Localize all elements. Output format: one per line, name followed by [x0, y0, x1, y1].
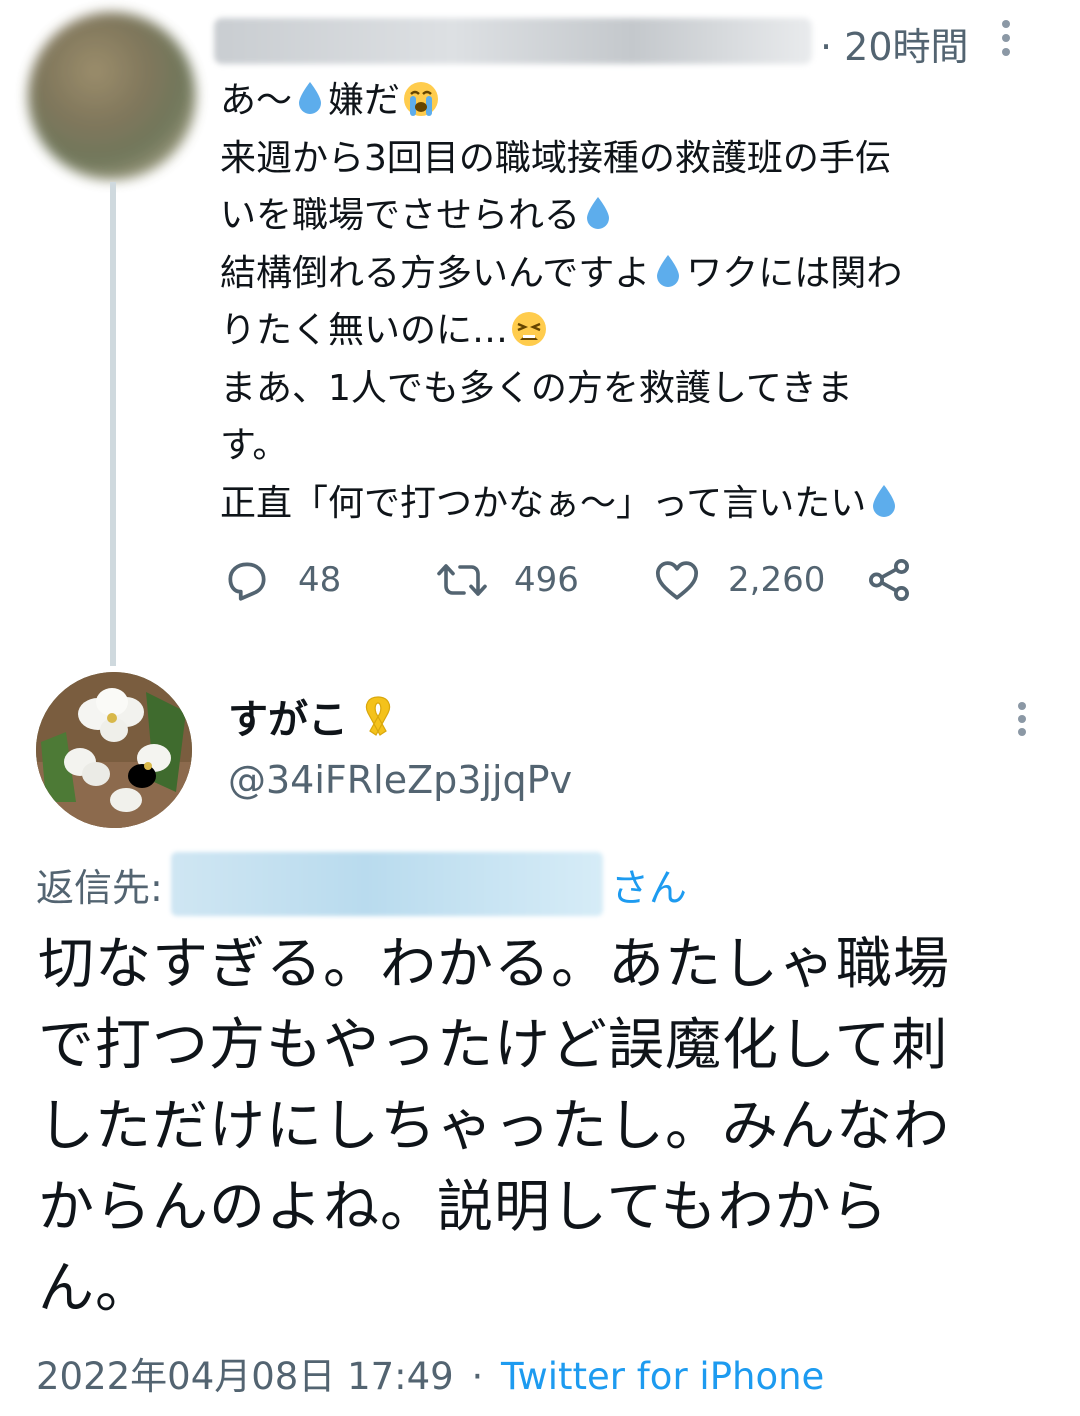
orchid-photo: [36, 672, 192, 828]
replying-to-suffix[interactable]: さん: [611, 857, 687, 912]
reply-timestamp[interactable]: 2022年04月08日 17:49: [36, 1355, 454, 1398]
redacted-author-name[interactable]: [214, 18, 812, 64]
like-count: 2,260: [728, 560, 826, 600]
tweet-line: 正直「何で打つかなぁ〜」って言いたい: [220, 475, 1050, 533]
droplet-emoji: [299, 82, 322, 114]
text-span: 結構倒れる方多いんですよ: [220, 252, 651, 294]
text-span: す。: [220, 425, 289, 466]
tweet-line: りたく無いのに…: [220, 302, 1050, 360]
text-span: 嫌だ: [328, 80, 401, 121]
reply-source-link[interactable]: Twitter for iPhone: [501, 1355, 824, 1398]
replying-to: 返信先: さん: [36, 852, 687, 916]
parent-avatar[interactable]: [28, 12, 196, 180]
reply-count: 48: [298, 560, 342, 600]
retweet-button[interactable]: 496: [436, 552, 579, 608]
tweet-line: で打つ方もやったけど誤魔化して刺: [38, 1013, 949, 1078]
droplet-emoji: [873, 484, 896, 517]
reply-author-handle[interactable]: @34iFRleZp3jjqPv: [228, 758, 572, 802]
tweet-line: しただけにしちゃったし。みんなわ: [38, 1094, 950, 1159]
droplet-emoji: [587, 197, 610, 229]
text-span: ワクには関わ: [686, 252, 903, 294]
tweet-line: まあ、1人でも多くの方を救護してきま: [220, 360, 1050, 418]
tweet-line: からんのよね。説明してもわから: [38, 1175, 889, 1240]
retweet-count: 496: [514, 560, 579, 600]
tweet-action-bar: 48 496 2,260: [222, 552, 942, 608]
more-icon[interactable]: [1012, 696, 1032, 742]
reply-tweet-text: 切なすぎる。わかる。あたしゃ職場 で打つ方もやったけど誤魔化して刺 しただけにし…: [38, 924, 1058, 1329]
loudly-crying-face-emoji: [404, 82, 439, 116]
tweet-line: す。: [220, 417, 1050, 475]
text-span: 正直「何で打つかなぁ〜」って言いたい: [220, 482, 867, 524]
like-icon: [655, 561, 699, 600]
reply-author-name[interactable]: すがこ: [228, 687, 348, 745]
parent-tweet-text: あ〜 嫌だ 来週から3回目の職域接種の救護班の手伝 いを職場でさせられる 結構倒れ…: [220, 72, 1050, 532]
weary-face-emoji: [512, 312, 547, 346]
droplet-emoji: [657, 254, 680, 287]
reply-icon: [228, 562, 266, 601]
footer-separator: ·: [471, 1355, 484, 1398]
yellow-ribbon-emoji: [365, 696, 391, 736]
parent-tweet-header: · 20時間: [214, 14, 1016, 71]
text-span: あ〜: [220, 80, 293, 121]
text-span: いを職場でさせられる: [220, 195, 581, 236]
tweet-line: 切なすぎる。わかる。あたしゃ職場: [38, 932, 950, 997]
like-button[interactable]: 2,260: [652, 552, 825, 608]
tweet-line: あ〜 嫌だ: [220, 72, 1050, 130]
tweet-line: ん。: [38, 1256, 152, 1321]
retweet-icon: [437, 564, 487, 596]
tweet-line: 来週から3回目の職域接種の救護班の手伝: [220, 130, 1050, 188]
parent-tweet-time[interactable]: · 20時間: [820, 16, 969, 71]
reply-avatar[interactable]: [36, 672, 192, 828]
reply-author-row: すがこ: [228, 688, 402, 744]
thread-line: [110, 182, 116, 666]
tweet-line: 結構倒れる方多いんですよ ワクには関わ: [220, 245, 1050, 303]
share-button[interactable]: [864, 552, 914, 608]
text-span: まあ、1人でも多くの方を救護してきま: [220, 367, 853, 409]
reply-tweet-footer: 2022年04月08日 17:49 · Twitter for iPhone: [36, 1346, 824, 1400]
text-span: 来週から3回目の職域接種の救護班の手伝: [220, 137, 891, 179]
share-icon: [868, 558, 910, 602]
more-icon[interactable]: [996, 14, 1016, 62]
replying-to-label: 返信先:: [36, 865, 163, 910]
tweet-line: いを職場でさせられる: [220, 187, 1050, 245]
redacted-reply-target[interactable]: [170, 852, 603, 916]
reply-button[interactable]: 48: [222, 552, 341, 608]
text-span: りたく無いのに…: [220, 310, 509, 351]
